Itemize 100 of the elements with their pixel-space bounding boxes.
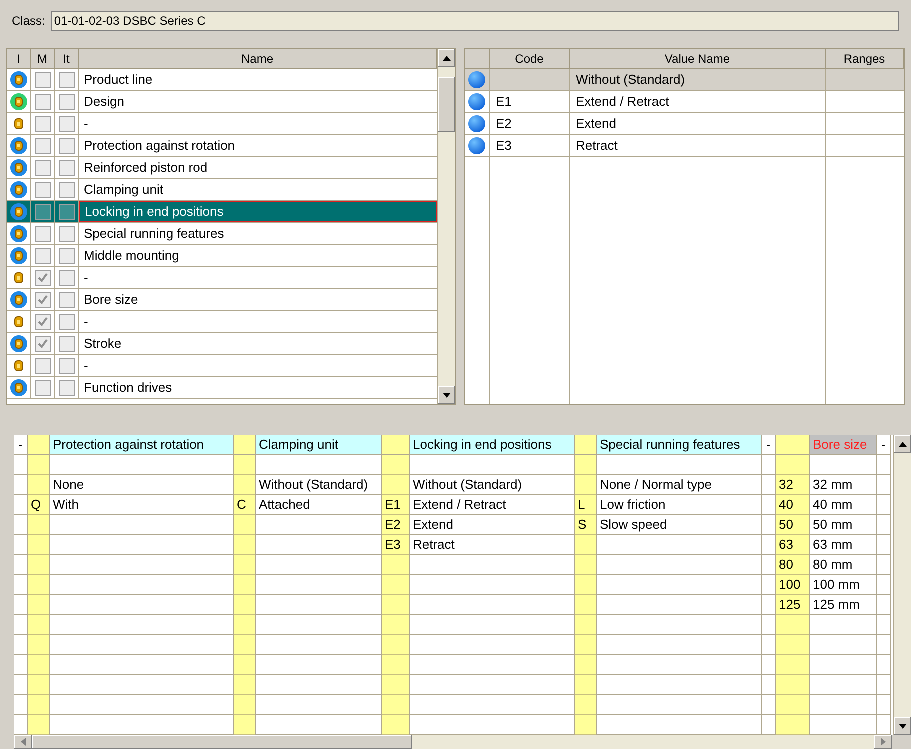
value-row[interactable]: E1 Extend / Retract bbox=[465, 91, 904, 113]
horizontal-scrollbar[interactable] bbox=[14, 735, 892, 749]
feature-row[interactable]: - bbox=[7, 355, 437, 377]
value-row[interactable]: Without (Standard) bbox=[465, 69, 904, 91]
checkbox[interactable] bbox=[58, 116, 74, 132]
code-cell-text: 63 bbox=[779, 536, 794, 554]
feature-row[interactable]: Stroke bbox=[7, 333, 437, 355]
code-cell-text: 50 bbox=[779, 516, 794, 534]
feature-row[interactable]: Locking in end positions bbox=[7, 201, 437, 223]
feature-row[interactable]: Bore size bbox=[7, 289, 437, 311]
code-cell-text: E2 bbox=[385, 516, 401, 534]
checkbox[interactable] bbox=[58, 204, 74, 220]
value-cell-text: Without (Standard) bbox=[259, 476, 368, 494]
down-arrow-icon bbox=[442, 392, 450, 398]
feature-name[interactable]: Clamping unit bbox=[79, 179, 437, 200]
scroll-up-button[interactable] bbox=[438, 49, 455, 67]
scroll-down-button[interactable] bbox=[438, 386, 455, 404]
feature-name[interactable]: - bbox=[79, 355, 437, 376]
column-header[interactable]: Locking in end positions bbox=[410, 435, 574, 455]
checkbox[interactable] bbox=[58, 138, 74, 154]
value-cell-text: 80 mm bbox=[813, 556, 853, 574]
feature-row[interactable]: Middle mounting bbox=[7, 245, 437, 267]
checkbox[interactable] bbox=[34, 248, 50, 264]
ball-lock-icon bbox=[10, 334, 28, 352]
scroll-up-button[interactable] bbox=[894, 435, 911, 453]
checkbox[interactable] bbox=[34, 314, 50, 330]
feature-row[interactable]: - bbox=[7, 311, 437, 333]
checkbox[interactable] bbox=[34, 94, 50, 110]
checkbox[interactable] bbox=[58, 226, 74, 242]
scrollbar[interactable] bbox=[893, 435, 911, 735]
checkbox[interactable] bbox=[34, 292, 50, 308]
feature-name[interactable]: Design bbox=[79, 91, 437, 112]
value-cell-text: Attached bbox=[259, 496, 310, 514]
checkbox[interactable] bbox=[34, 182, 50, 198]
scroll-down-button[interactable] bbox=[894, 717, 911, 735]
checkbox[interactable] bbox=[58, 182, 74, 198]
value-cell-text: Low friction bbox=[600, 496, 666, 514]
checkbox[interactable] bbox=[58, 160, 74, 176]
column-header[interactable]: Clamping unit bbox=[256, 435, 381, 455]
up-arrow-icon bbox=[898, 442, 906, 446]
ball-lock-icon bbox=[10, 136, 28, 154]
checkbox[interactable] bbox=[34, 336, 50, 352]
value-row[interactable]: E2 Extend bbox=[465, 113, 904, 135]
column-header[interactable]: Protection against rotation bbox=[50, 435, 233, 455]
value-row[interactable]: E3 Retract bbox=[465, 135, 904, 157]
feature-row[interactable]: Clamping unit bbox=[7, 179, 437, 201]
checkmark-icon bbox=[38, 317, 48, 326]
code-cell-text: E3 bbox=[385, 536, 401, 554]
feature-row[interactable]: Protection against rotation bbox=[7, 135, 437, 157]
feature-row[interactable]: Product line bbox=[7, 69, 437, 91]
feature-name[interactable]: - bbox=[79, 311, 437, 332]
checkmark-icon bbox=[38, 339, 48, 348]
checkbox[interactable] bbox=[34, 116, 50, 132]
feature-name[interactable]: Special running features bbox=[79, 223, 437, 244]
scroll-left-button[interactable] bbox=[14, 735, 32, 749]
scrollbar[interactable] bbox=[437, 49, 455, 404]
feature-name[interactable]: Stroke bbox=[79, 333, 437, 354]
checkbox[interactable] bbox=[58, 380, 74, 396]
feature-name[interactable]: Protection against rotation bbox=[79, 135, 437, 156]
scroll-thumb[interactable] bbox=[438, 77, 455, 132]
checkbox[interactable] bbox=[34, 138, 50, 154]
feature-name[interactable]: Product line bbox=[79, 69, 437, 90]
feature-name[interactable]: - bbox=[79, 267, 437, 288]
feature-name[interactable]: - bbox=[79, 113, 437, 134]
value-name-cell: Extend bbox=[570, 113, 826, 134]
feature-row[interactable]: Function drives bbox=[7, 377, 437, 399]
column-header[interactable]: Special running features bbox=[597, 435, 761, 455]
checkbox[interactable] bbox=[58, 270, 74, 286]
checkbox[interactable] bbox=[34, 380, 50, 396]
value-cell-text: 40 mm bbox=[813, 496, 853, 514]
feature-row[interactable]: - bbox=[7, 113, 437, 135]
feature-row[interactable]: Design bbox=[7, 91, 437, 113]
checkbox[interactable] bbox=[34, 270, 50, 286]
scroll-right-button[interactable] bbox=[874, 735, 892, 749]
ball-lock-icon bbox=[10, 158, 28, 176]
scroll-thumb[interactable] bbox=[32, 735, 412, 749]
value-cell-text: 125 mm bbox=[813, 596, 860, 614]
ball-icon bbox=[468, 136, 486, 154]
feature-row[interactable]: Reinforced piston rod bbox=[7, 157, 437, 179]
checkbox[interactable] bbox=[58, 94, 74, 110]
checkbox[interactable] bbox=[34, 160, 50, 176]
feature-name[interactable]: Middle mounting bbox=[79, 245, 437, 266]
checkbox[interactable] bbox=[34, 204, 50, 220]
feature-name[interactable]: Function drives bbox=[79, 377, 437, 398]
checkbox[interactable] bbox=[58, 336, 74, 352]
checkbox[interactable] bbox=[58, 292, 74, 308]
feature-row[interactable]: Special running features bbox=[7, 223, 437, 245]
checkbox[interactable] bbox=[34, 358, 50, 374]
checkbox[interactable] bbox=[58, 248, 74, 264]
feature-row[interactable]: - bbox=[7, 267, 437, 289]
feature-name[interactable]: Bore size bbox=[79, 289, 437, 310]
checkbox[interactable] bbox=[58, 314, 74, 330]
checkbox[interactable] bbox=[58, 72, 74, 88]
checkbox[interactable] bbox=[58, 358, 74, 374]
value-cell-text: Retract bbox=[413, 536, 455, 554]
checkbox[interactable] bbox=[34, 72, 50, 88]
feature-name[interactable]: Reinforced piston rod bbox=[79, 157, 437, 178]
checkbox[interactable] bbox=[34, 226, 50, 242]
feature-name[interactable]: Locking in end positions bbox=[79, 201, 437, 222]
checkmark-icon bbox=[38, 295, 48, 304]
